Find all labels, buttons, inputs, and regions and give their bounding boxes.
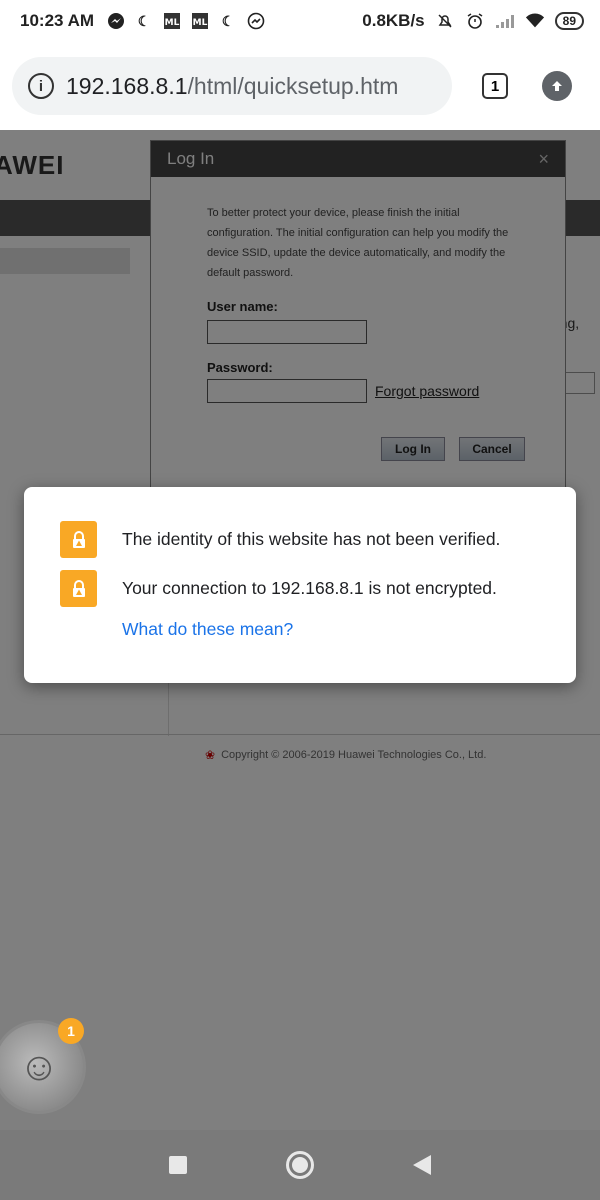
identity-warning-row: The identity of this website has not bee… <box>60 521 540 558</box>
url-path: /html/quicksetup.htm <box>187 72 399 99</box>
site-info-popup: The identity of this website has not bee… <box>24 487 576 683</box>
svg-text:ML: ML <box>165 18 180 28</box>
what-do-these-mean-link[interactable]: What do these mean? <box>122 619 540 640</box>
status-left: 10:23 AM ☾ ML ML ☾ <box>20 11 266 31</box>
ml-app-icon-2: ML <box>190 11 210 31</box>
status-right: 0.8KB/s 89 <box>362 11 584 31</box>
bell-muted-icon <box>435 11 455 31</box>
signal-icon <box>495 11 515 31</box>
system-nav-bar <box>0 1130 600 1200</box>
ml-app-icon: ML <box>162 11 182 31</box>
chat-head-badge: 1 <box>58 1018 84 1044</box>
browser-toolbar: i 192.168.8.1/html/quicksetup.htm 1 <box>0 42 600 130</box>
home-icon <box>291 1157 308 1173</box>
upload-icon[interactable] <box>542 71 572 101</box>
address-bar[interactable]: i 192.168.8.1/html/quicksetup.htm <box>12 57 452 115</box>
messenger-outline-icon <box>246 11 266 31</box>
tab-switcher-button[interactable]: 1 <box>482 73 508 99</box>
warning-lock-icon <box>60 570 97 607</box>
avatar-face-icon: ☺ <box>18 1044 60 1089</box>
info-icon[interactable]: i <box>28 73 54 99</box>
identity-warning-text: The identity of this website has not bee… <box>122 529 501 549</box>
status-time: 10:23 AM <box>20 11 95 30</box>
alarm-icon <box>465 11 485 31</box>
connection-warning-text: Your connection to 192.168.8.1 is not en… <box>122 578 497 598</box>
status-bar: 10:23 AM ☾ ML ML ☾ 0.8KB/s 89 <box>0 0 600 42</box>
warning-lock-icon <box>60 521 97 558</box>
connection-warning-row: Your connection to 192.168.8.1 is not en… <box>60 570 540 607</box>
messenger-icon <box>106 11 126 31</box>
battery-indicator: 89 <box>554 12 584 30</box>
home-button[interactable] <box>285 1151 314 1179</box>
recents-button[interactable] <box>169 1156 188 1174</box>
svg-text:ML: ML <box>193 18 208 28</box>
wifi-icon <box>525 11 545 31</box>
moon-icon: ☾ <box>137 12 151 29</box>
moon-icon-2: ☾ <box>221 12 235 29</box>
network-speed: 0.8KB/s <box>362 11 425 30</box>
back-button[interactable] <box>412 1155 431 1175</box>
url-host: 192.168.8.1 <box>66 72 188 99</box>
